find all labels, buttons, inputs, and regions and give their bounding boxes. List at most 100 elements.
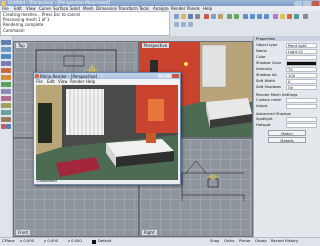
prop-row-color: Color (256, 55, 318, 60)
prop-row-spotlight: Spotlight (256, 117, 318, 122)
prop-row-soft-width: Soft Width 0 (256, 79, 318, 84)
render-menu-file[interactable]: File (36, 79, 43, 84)
x-coordinate: x 0.000 (20, 239, 34, 243)
sphere-icon[interactable] (6, 75, 11, 80)
split-icon[interactable] (6, 103, 11, 108)
open-file-icon[interactable] (181, 14, 186, 19)
shadow-color-swatch[interactable] (286, 61, 317, 66)
pan-icon[interactable] (243, 14, 248, 19)
hotspot-field[interactable] (286, 123, 317, 128)
render-window-icon (35, 73, 39, 78)
viewport-label-perspective[interactable]: Perspective (142, 43, 170, 48)
cplane-label: CPlane (2, 239, 15, 243)
layer-icon[interactable] (273, 14, 278, 19)
grid-icon[interactable] (188, 22, 193, 27)
zoom-extents-icon[interactable] (264, 14, 269, 19)
prop-row-intensity: Intensity 75 (256, 67, 318, 72)
explode-icon[interactable] (6, 117, 11, 122)
join-icon[interactable] (6, 110, 11, 115)
render-status-bar: Completed (36, 179, 178, 184)
render-status-text: Completed (37, 179, 57, 183)
copy-icon[interactable] (211, 14, 216, 19)
rhino-app-icon (1, 0, 6, 6)
render-menu-help[interactable]: Help (86, 79, 95, 84)
undo-icon[interactable] (227, 14, 232, 19)
current-layer[interactable]: Default (98, 239, 111, 243)
command-prompt[interactable]: Command: (3, 28, 25, 33)
prop-row-soft-shadows: Soft Shadows On (256, 85, 318, 90)
viewport-label-front[interactable]: Front (16, 230, 31, 235)
properties-title: Properties (254, 36, 320, 41)
left-toolbar (0, 36, 13, 237)
render-window[interactable]: Rhino Render - [Perspective] File Edit V… (33, 72, 181, 185)
render-minimize-button[interactable] (158, 73, 164, 78)
select-icon[interactable] (174, 22, 179, 27)
planar-toggle[interactable]: Planar (239, 239, 251, 243)
osnap-toggle[interactable]: Osnap (255, 239, 267, 243)
soft-width-field[interactable]: 0 (286, 79, 317, 84)
prop-row-adjust: Adjust (256, 104, 318, 109)
bedroom-render (36, 85, 178, 180)
render-menu-edit[interactable]: Edit (47, 79, 55, 84)
prop-row-shadow-intensity: Shadow Int. 100 (256, 73, 318, 78)
match-button[interactable]: Match (268, 130, 306, 136)
z-coordinate: z 0.000 (68, 239, 82, 243)
options-icon[interactable] (303, 14, 308, 19)
render-menu-view[interactable]: View (58, 79, 68, 84)
extrude-icon[interactable] (6, 68, 11, 73)
analyze-icon[interactable] (6, 124, 11, 129)
prop-row-hotspot: Hotspot (256, 123, 318, 128)
details-button[interactable]: Details (268, 137, 306, 143)
y-coordinate: y 0.000 (44, 239, 58, 243)
render-mesh-section[interactable]: Render Mesh Settings (256, 92, 298, 97)
maximize-button[interactable] (303, 0, 311, 6)
window-title: Untitled - Rhinoceros - [Perspective Max… (8, 0, 111, 6)
boolean-icon[interactable] (6, 82, 11, 87)
paste-icon[interactable] (218, 14, 223, 19)
command-history[interactable]: Creating meshes... Press Esc to cancel P… (0, 11, 170, 36)
save-icon[interactable] (188, 14, 193, 19)
render-maximize-button[interactable] (165, 73, 171, 78)
material-icon[interactable] (294, 14, 299, 19)
prop-row-name: Name Light 01 (256, 49, 318, 54)
ortho-toggle[interactable]: Ortho (224, 239, 234, 243)
rotate-view-icon[interactable] (250, 14, 255, 19)
print-icon[interactable] (195, 14, 200, 19)
copy-object-icon[interactable] (6, 96, 11, 101)
advanced-shadow-section[interactable]: Advanced Shadow (256, 111, 291, 116)
zoom-icon[interactable] (257, 14, 262, 19)
render-menu-render[interactable]: Render (70, 79, 84, 84)
spotlight-field[interactable] (286, 117, 317, 122)
viewport-label-right[interactable]: Right (142, 230, 157, 235)
custom-mesh-checkbox[interactable] (286, 98, 317, 103)
name-field[interactable]: Light 01 (286, 49, 317, 54)
polygon-icon[interactable] (6, 61, 11, 66)
render-close-button[interactable] (172, 73, 179, 78)
adjust-field[interactable] (286, 104, 317, 109)
prop-value: Point light (286, 43, 317, 48)
rendered-image (36, 85, 178, 180)
cut-icon[interactable] (204, 14, 209, 19)
render-icon[interactable] (287, 14, 292, 19)
main-toolbar (170, 11, 320, 36)
properties-icon[interactable] (181, 22, 186, 27)
curve-icon[interactable] (6, 47, 11, 52)
arc-icon[interactable] (6, 54, 11, 59)
minimize-button[interactable] (294, 0, 302, 6)
close-button[interactable] (312, 0, 319, 6)
properties-panel: Properties Object type Point light Name Li… (253, 36, 320, 237)
soft-shadows-field[interactable]: On (286, 85, 317, 90)
new-file-icon[interactable] (174, 14, 179, 19)
line-icon[interactable] (6, 40, 11, 45)
viewport-label-top[interactable]: Top (16, 43, 27, 48)
dimension-icon[interactable] (6, 89, 11, 94)
snap-toggle[interactable]: Snap (210, 239, 219, 243)
redo-icon[interactable] (234, 14, 239, 19)
prop-row-shadow-color: Shadow Color (256, 61, 318, 66)
intensity-field[interactable]: 75 (286, 67, 317, 72)
light-icon[interactable] (280, 14, 285, 19)
shadow-intensity-field[interactable]: 100 (286, 73, 317, 78)
record-history-toggle[interactable]: Record History (271, 239, 298, 243)
status-bar: CPlane x 0.000 y 0.000 z 0.000 Default S… (0, 237, 320, 246)
color-swatch[interactable] (286, 55, 317, 60)
